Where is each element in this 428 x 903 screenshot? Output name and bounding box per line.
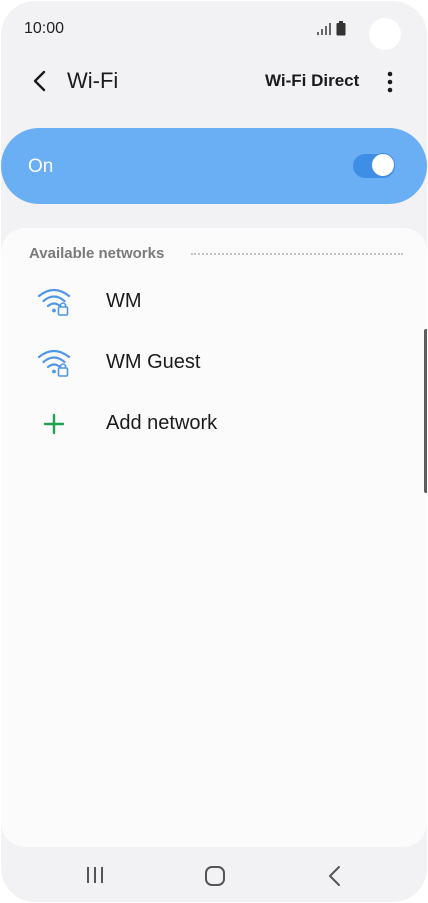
more-vertical-icon [387, 71, 393, 93]
status-bar: 10:00 [1, 1, 427, 57]
page-title: Wi-Fi [67, 68, 119, 93]
wifi-secured-icon [37, 349, 71, 377]
more-options-button[interactable] [379, 67, 401, 97]
status-time: 10:00 [24, 20, 65, 37]
recents-icon [87, 867, 103, 883]
wifi-direct-button[interactable]: Wi-Fi Direct [265, 71, 359, 91]
back-button[interactable] [25, 65, 55, 97]
wifi-master-switch-bar[interactable]: On [1, 128, 427, 204]
network-item-wm[interactable]: WM [1, 271, 427, 331]
toggle-thumb [371, 153, 395, 177]
home-icon [205, 866, 225, 886]
camera-cutout [369, 18, 401, 50]
chevron-left-icon [33, 70, 46, 92]
system-back-button[interactable] [323, 864, 347, 888]
section-header: Available networks [29, 245, 165, 262]
home-button[interactable] [203, 864, 227, 888]
plus-icon [43, 413, 65, 435]
recents-button[interactable] [83, 864, 107, 886]
network-item-wm-guest[interactable]: WM Guest [1, 332, 427, 392]
navigation-bar [1, 848, 427, 902]
section-divider [191, 253, 403, 255]
networks-card: Available networks WM WM Guest Add netwo… [1, 228, 427, 847]
battery-icon [336, 21, 346, 36]
wifi-toggle-switch[interactable] [353, 152, 397, 180]
network-name: WM [106, 290, 142, 312]
add-network-button[interactable]: Add network [1, 393, 427, 453]
phone-screen: 10:00 Wi-Fi Wi-Fi Direct On Available ne… [1, 1, 427, 902]
scrollbar[interactable] [424, 329, 427, 493]
wifi-secured-icon [37, 288, 71, 316]
network-name: WM Guest [106, 351, 201, 373]
signal-icon [317, 23, 331, 35]
add-network-label: Add network [106, 412, 218, 434]
master-switch-label: On [28, 156, 54, 177]
back-icon [329, 866, 340, 886]
